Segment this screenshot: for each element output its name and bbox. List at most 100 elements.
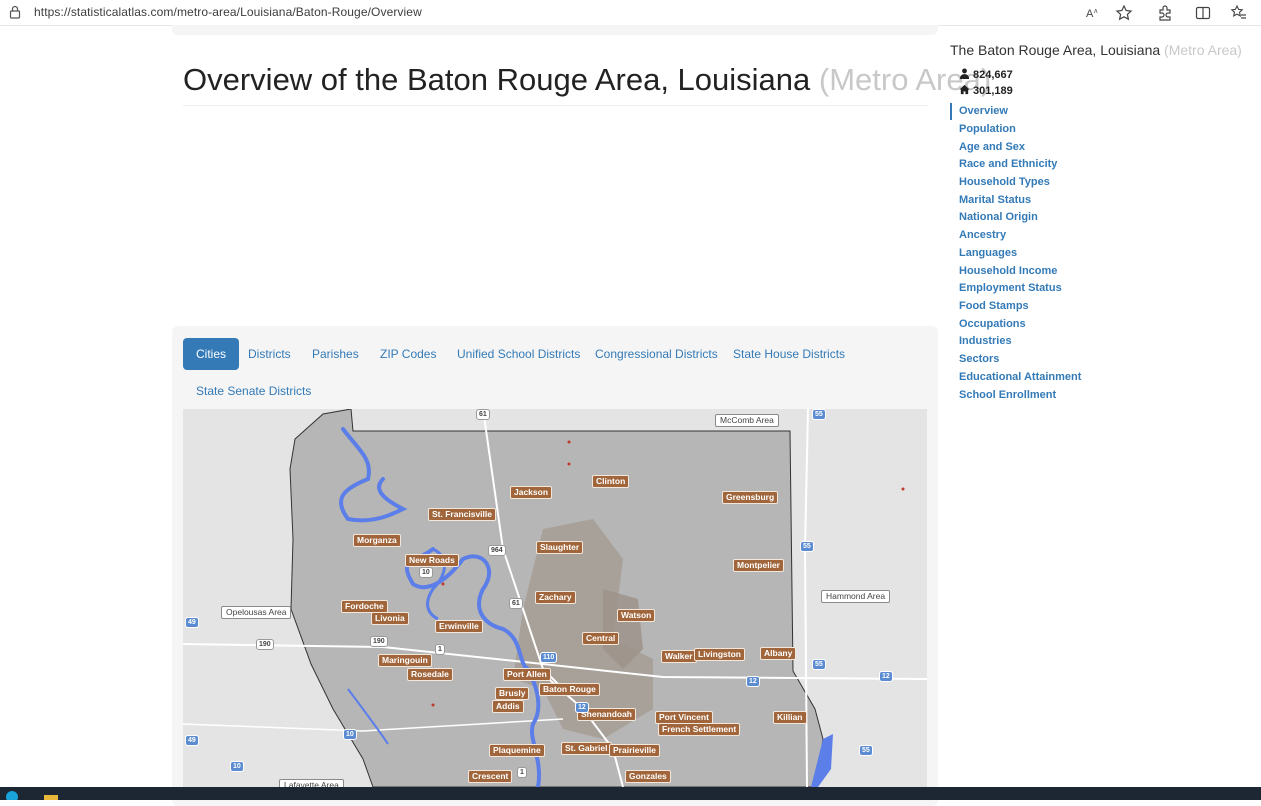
city-label[interactable]: Baton Rouge [539,683,600,696]
tab-cities[interactable]: Cities [183,338,240,370]
favorites-icon[interactable] [1230,4,1248,22]
taskbar-folder-icon [44,795,58,800]
highway-shield: 110 [540,652,558,663]
svg-text:ʌ: ʌ [1094,8,1098,15]
tab-state-senate-districts[interactable]: State Senate Districts [183,375,324,407]
nav-item-overview[interactable]: Overview [959,105,1008,117]
city-label[interactable]: Jackson [510,486,553,499]
city-label[interactable]: Greensburg [722,491,779,504]
tab-state-house-districts[interactable]: State House Districts [720,338,858,370]
city-label[interactable]: Rosedale [407,668,453,681]
highway-shield: 12 [879,671,893,682]
population-stat: 824,667 [959,68,1013,81]
nav-active-indicator [950,103,952,120]
person-icon [959,68,970,79]
nav-item-sectors[interactable]: Sectors [959,353,999,365]
highway-shield: 964 [488,545,506,556]
city-label[interactable]: Gonzales [625,770,671,783]
highway-shield: 55 [812,659,826,670]
city-label[interactable]: Port Allen [503,668,551,681]
nav-item-race-and-ethnicity[interactable]: Race and Ethnicity [959,158,1057,170]
extensions-icon[interactable] [1156,4,1174,22]
city-label[interactable]: Prairieville [609,744,661,757]
nav-item-age-and-sex[interactable]: Age and Sex [959,141,1025,153]
city-label[interactable]: Livonia [371,612,409,625]
highway-shield: 1 [517,767,527,778]
city-label[interactable]: Slaughter [536,541,584,554]
sidebar-title-suffix: (Metro Area) [1164,42,1242,58]
highway-shield: 10 [419,567,433,578]
city-label[interactable]: St. Francisville [428,508,496,521]
highway-shield: 55 [812,409,826,420]
nav-item-occupations[interactable]: Occupations [959,318,1026,330]
city-label[interactable]: Montpelier [733,559,784,572]
area-label-hammond: Hammond Area [821,590,891,603]
city-label[interactable]: Maringouin [378,654,432,667]
city-label[interactable]: Livingston [694,648,745,661]
nav-item-educational-attainment[interactable]: Educational Attainment [959,371,1081,383]
highway-shield: 1 [435,644,445,655]
highway-shield: 10 [343,729,357,740]
nav-item-population[interactable]: Population [959,123,1016,135]
url-field[interactable]: https://statisticalatlas.com/metro-area/… [34,5,422,19]
households-value: 301,189 [973,85,1013,97]
city-label[interactable]: Erwinville [435,620,483,633]
city-label[interactable]: Albany [760,647,797,660]
split-screen-icon[interactable] [1194,4,1212,22]
area-label-lafayette: Lafayette Area [279,779,344,787]
svg-text:A: A [1086,8,1094,20]
browser-address-bar: https://statisticalatlas.com/metro-area/… [0,0,1261,26]
city-label[interactable]: New Roads [405,554,459,567]
city-label[interactable]: Plaquemine [489,744,545,757]
nav-item-food-stamps[interactable]: Food Stamps [959,300,1029,312]
highway-shield: 10 [230,761,244,772]
tab-zip-codes[interactable]: ZIP Codes [367,338,449,370]
tab-unified-school-districts[interactable]: Unified School Districts [444,338,593,370]
city-label[interactable]: Morganza [353,534,401,547]
population-value: 824,667 [973,69,1013,81]
lock-icon[interactable] [9,5,21,19]
city-label[interactable]: Crescent [468,770,513,783]
tab-parishes[interactable]: Parishes [299,338,372,370]
area-label-mccomb: McComb Area [715,414,779,427]
cities-map[interactable]: McComb Area Hammond Area Opelousas Area … [183,409,927,787]
nav-item-household-income[interactable]: Household Income [959,265,1057,277]
read-aloud-icon[interactable]: Aʌ [1084,4,1102,22]
nav-item-school-enrollment[interactable]: School Enrollment [959,389,1056,401]
highway-shield: 12 [575,702,589,713]
taskbar-app-icons [6,791,58,803]
city-label[interactable]: Brusly [495,687,530,700]
nav-item-marital-status[interactable]: Marital Status [959,194,1031,206]
page-title-text: Overview of the Baton Rouge Area, Louisi… [183,62,811,97]
highway-shield: 61 [476,409,490,420]
page-title: Overview of the Baton Rouge Area, Louisi… [183,62,991,98]
city-label[interactable]: Central [582,632,620,645]
nav-item-industries[interactable]: Industries [959,335,1012,347]
area-label-opelousas: Opelousas Area [221,606,292,619]
highway-shield: 49 [185,735,199,746]
tab-congressional-districts[interactable]: Congressional Districts [582,338,731,370]
nav-item-ancestry[interactable]: Ancestry [959,229,1006,241]
city-label[interactable]: Watson [617,609,656,622]
city-label[interactable]: St. Gabriel [561,742,612,755]
nav-item-household-types[interactable]: Household Types [959,176,1050,188]
taskbar-start-icon [6,791,18,803]
highway-shield: 190 [256,639,274,650]
city-label[interactable]: French Settlement [658,723,741,736]
nav-item-languages[interactable]: Languages [959,247,1017,259]
households-stat: 301,189 [959,84,1013,97]
highway-shield: 12 [746,676,760,687]
nav-item-national-origin[interactable]: National Origin [959,211,1038,223]
highway-shield: 49 [185,617,199,628]
tab-districts[interactable]: Districts [235,338,304,370]
city-label[interactable]: Walker [661,650,697,663]
home-icon [959,84,970,95]
city-label[interactable]: Addis [492,700,524,713]
nav-item-employment-status[interactable]: Employment Status [959,282,1062,294]
favorite-star-icon[interactable] [1115,4,1133,22]
highway-shield: 190 [370,636,388,647]
city-label[interactable]: Zachary [535,591,576,604]
city-label[interactable]: Killian [773,711,807,724]
city-label[interactable]: Clinton [592,475,630,488]
highway-shield: 55 [859,745,873,756]
